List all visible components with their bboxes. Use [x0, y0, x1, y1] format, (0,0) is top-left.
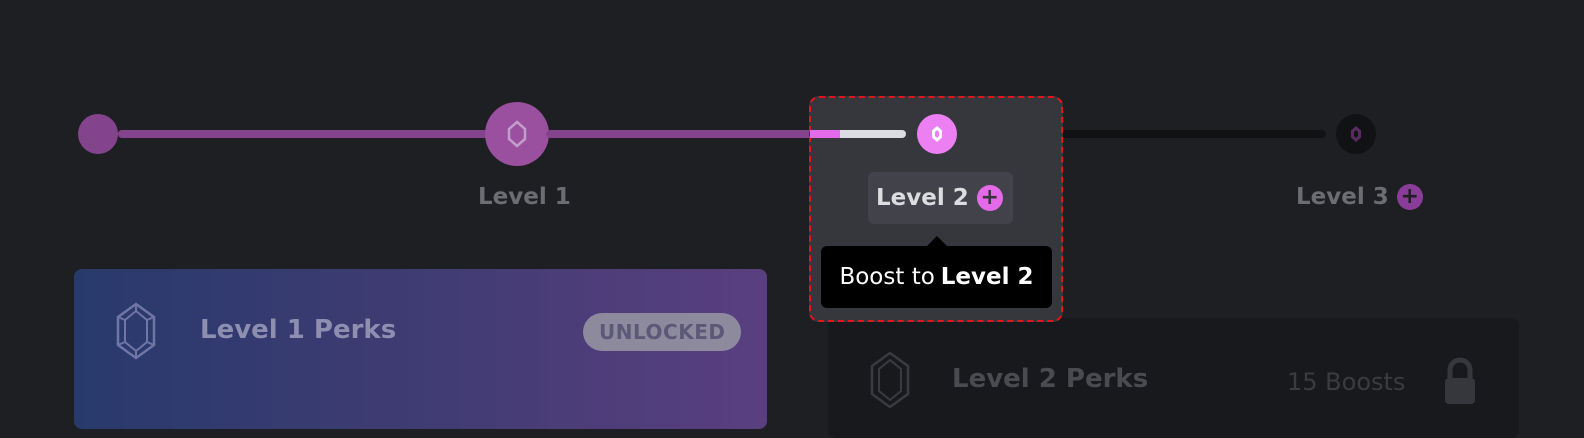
boost-count: 15 Boosts	[1287, 368, 1406, 396]
gem-icon	[507, 120, 527, 148]
level-3-label: Level 3	[1296, 184, 1389, 210]
level-3-item[interactable]: Level 3 +	[1296, 184, 1423, 210]
gem-icon	[932, 126, 942, 142]
progress-track-partial-remaining	[840, 130, 906, 138]
gem-icon	[116, 302, 156, 360]
level-2-node[interactable]	[917, 114, 957, 154]
level-1-perks-card[interactable]: Level 1 Perks UNLOCKED	[74, 269, 767, 429]
level-3-node[interactable]	[1336, 114, 1376, 154]
boost-tooltip: Boost to Level 2	[821, 246, 1052, 308]
plus-icon: +	[976, 185, 1003, 211]
level-1-perks-title: Level 1 Perks	[200, 315, 397, 345]
level-1-label: Level 1	[478, 184, 571, 210]
level-2-label: Level 2	[876, 185, 969, 211]
plus-icon[interactable]: +	[1396, 184, 1423, 210]
tooltip-prefix: Boost to	[839, 264, 935, 290]
progress-start-dot	[78, 114, 118, 154]
progress-track-partial-fill	[810, 130, 840, 138]
level-2-perks-title: Level 2 Perks	[952, 364, 1149, 394]
tooltip-level: Level 2	[940, 264, 1034, 290]
gem-icon	[870, 351, 910, 409]
gem-icon	[1351, 126, 1361, 142]
level-1-node[interactable]	[485, 102, 549, 166]
progress-track-unlocked	[118, 130, 490, 138]
level-2-perks-card[interactable]: Level 2 Perks 15 Boosts	[828, 318, 1519, 438]
tooltip-arrow	[927, 236, 947, 246]
progress-track-unlocked-2	[546, 130, 816, 138]
unlocked-badge: UNLOCKED	[583, 313, 742, 351]
lock-icon	[1445, 357, 1475, 404]
boost-level-2-button[interactable]: Level 2 +	[868, 172, 1013, 224]
